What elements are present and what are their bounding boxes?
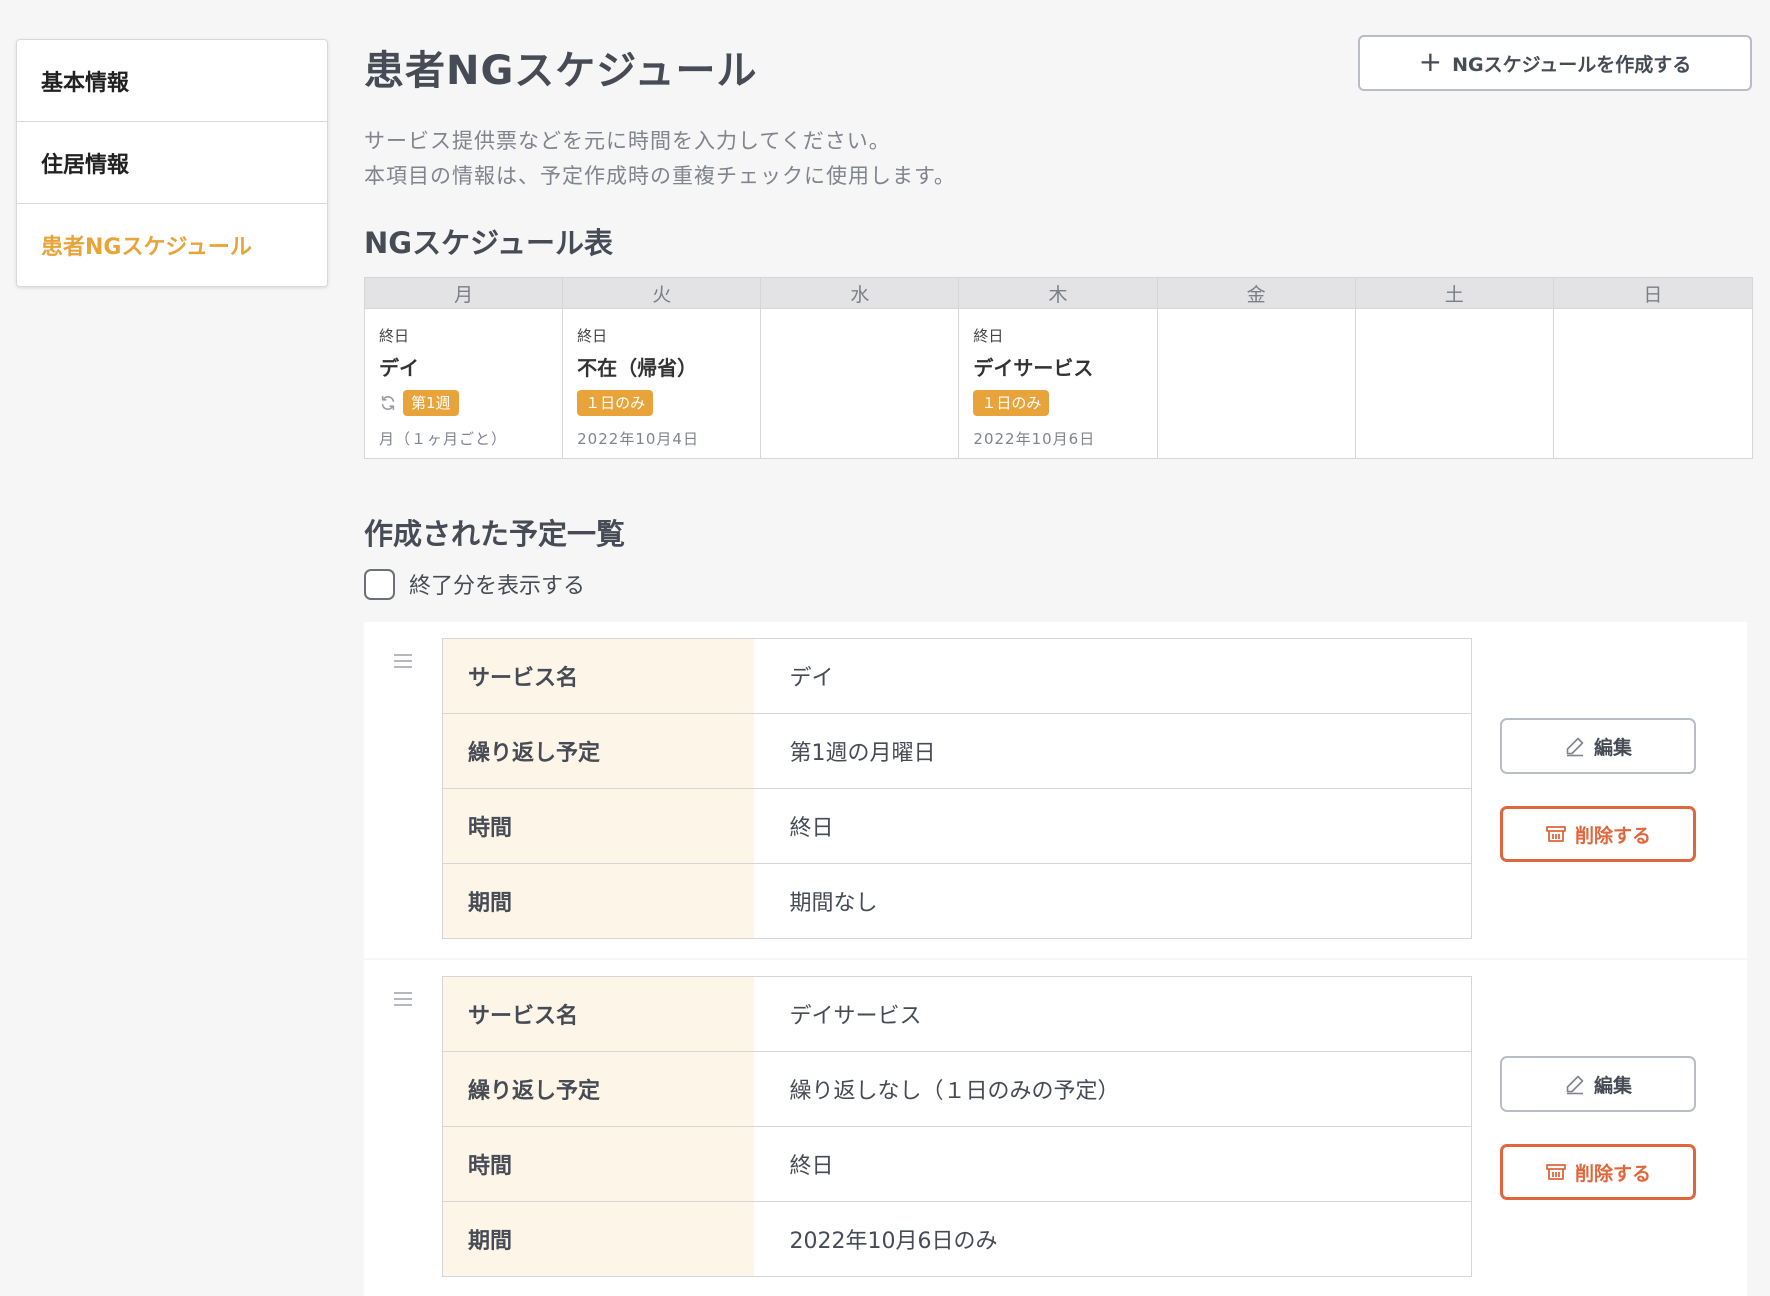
event-note: 月（１ヶ月ごと） (379, 430, 508, 448)
trash-icon (1546, 826, 1566, 842)
pencil-icon (1566, 1075, 1584, 1095)
event-time: 終日 (379, 327, 410, 345)
field-label: 期間 (442, 863, 754, 939)
week-section-title: NGスケジュール表 (364, 226, 614, 260)
day-header: 金 (1157, 278, 1355, 309)
event-note: 2022年10月4日 (577, 430, 699, 448)
field-label: 繰り返し予定 (442, 713, 754, 789)
event-time: 終日 (577, 327, 608, 345)
delete-button[interactable]: 削除する (1500, 1144, 1696, 1200)
show-finished-toggle[interactable]: 終了分を表示する (364, 568, 585, 600)
edit-button[interactable]: 編集 (1500, 1056, 1696, 1112)
event-name: デイ (379, 356, 419, 380)
day-header: 日 (1553, 278, 1752, 309)
day-column-thu: 木 終日 デイサービス １日のみ 2022年10月6日 (959, 278, 1158, 458)
list-section-title: 作成された予定一覧 (364, 517, 626, 551)
delete-label: 削除する (1574, 1162, 1651, 1185)
drag-handle-icon[interactable] (394, 654, 412, 672)
show-finished-checkbox[interactable] (364, 568, 395, 600)
pencil-icon (1566, 737, 1584, 757)
table-row: 期間 期間なし (442, 863, 1472, 939)
event-tag: １日のみ (973, 390, 1050, 416)
schedule-detail-table: サービス名 デイ 繰り返し予定 第1週の月曜日 時間 終日 期間 期間なし (442, 638, 1472, 939)
week-schedule-table: 月 終日 デイ 第1週 月（１ヶ月ごと） 火 終日 不在（帰省） １日のみ 20… (364, 277, 1753, 459)
delete-label: 削除する (1574, 824, 1651, 847)
page-title: 患者NGスケジュール (364, 48, 758, 94)
field-value: 繰り返しなし（１日のみの予定） (753, 1051, 1472, 1127)
edit-label: 編集 (1593, 736, 1632, 759)
field-label: サービス名 (442, 638, 754, 714)
day-header: 土 (1355, 278, 1553, 309)
table-row: 時間 終日 (442, 788, 1472, 864)
schedule-card: サービス名 デイ 繰り返し予定 第1週の月曜日 時間 終日 期間 期間なし 編集… (364, 622, 1747, 958)
edit-button[interactable]: 編集 (1500, 718, 1696, 774)
table-row: 繰り返し予定 繰り返しなし（１日のみの予定） (442, 1051, 1472, 1127)
field-label: 期間 (442, 1201, 754, 1277)
show-finished-label: 終了分を表示する (409, 574, 586, 599)
field-value: 期間なし (789, 891, 878, 916)
field-label: 時間 (442, 788, 754, 864)
field-label: 繰り返し予定 (442, 1051, 754, 1127)
field-value: デイ (753, 638, 1472, 714)
field-label: 時間 (442, 1126, 754, 1202)
schedule-event[interactable]: 終日 デイ 第1週 月（１ヶ月ごと） (365, 309, 562, 449)
repeat-icon (381, 395, 395, 411)
create-ng-schedule-button[interactable]: + NGスケジュールを作成する (1358, 35, 1752, 91)
day-header: 月 (365, 278, 563, 309)
schedule-card: サービス名 デイサービス 繰り返し予定 繰り返しなし（１日のみの予定） 時間 終… (364, 960, 1747, 1296)
field-value: 終日 (753, 1126, 1472, 1202)
table-row: 繰り返し予定 第1週の月曜日 (442, 713, 1472, 789)
field-value: デイサービス (753, 976, 1472, 1052)
table-row: 時間 終日 (442, 1126, 1472, 1202)
table-row: サービス名 デイ (442, 638, 1472, 714)
day-column-sun: 日 (1553, 278, 1752, 458)
schedule-detail-table: サービス名 デイサービス 繰り返し予定 繰り返しなし（１日のみの予定） 時間 終… (442, 976, 1472, 1277)
field-value: 第1週の月曜日 (753, 713, 1472, 789)
day-header: 木 (959, 278, 1157, 309)
table-row: サービス名 デイサービス (442, 976, 1472, 1052)
delete-button[interactable]: 削除する (1500, 806, 1696, 862)
event-tag: 第1週 (403, 390, 459, 416)
page-description: サービス提供票などを元に時間を入力してください。 本項目の情報は、予定作成時の重… (364, 124, 956, 194)
sidebar: 基本情報 住居情報 患者NGスケジュール (16, 39, 328, 287)
day-column-wed: 水 (761, 278, 960, 458)
description-line-1: サービス提供票などを元に時間を入力してください。 (364, 129, 891, 153)
schedule-event[interactable]: 終日 不在（帰省） １日のみ 2022年10月4日 (563, 309, 760, 449)
day-column-fri: 金 (1157, 278, 1356, 458)
event-name: デイサービス (973, 356, 1094, 380)
day-column-tue: 火 終日 不在（帰省） １日のみ 2022年10月4日 (563, 278, 762, 458)
day-header: 火 (563, 278, 761, 309)
event-tag: １日のみ (577, 390, 654, 416)
field-label: サービス名 (442, 976, 754, 1052)
sidebar-item-basic-info[interactable]: 基本情報 (17, 40, 327, 122)
field-value: 2022年10月6日のみ (789, 1229, 998, 1254)
sidebar-item-residence-info[interactable]: 住居情報 (17, 122, 327, 204)
day-header: 水 (761, 278, 959, 309)
description-line-2: 本項目の情報は、予定作成時の重複チェックに使用します。 (364, 164, 956, 188)
event-note: 2022年10月6日 (973, 430, 1096, 448)
event-name: 不在（帰省） (577, 356, 698, 380)
sidebar-item-ng-schedule[interactable]: 患者NGスケジュール (17, 204, 327, 286)
edit-label: 編集 (1593, 1074, 1632, 1097)
field-value: 終日 (753, 788, 1472, 864)
plus-icon: + (1418, 44, 1443, 78)
create-ng-schedule-label: NGスケジュールを作成する (1452, 53, 1692, 76)
drag-handle-icon[interactable] (394, 992, 412, 1010)
trash-icon (1546, 1164, 1566, 1180)
day-column-sat: 土 (1355, 278, 1554, 458)
day-column-mon: 月 終日 デイ 第1週 月（１ヶ月ごと） (365, 278, 564, 458)
schedule-event[interactable]: 終日 デイサービス １日のみ 2022年10月6日 (959, 309, 1156, 449)
event-time: 終日 (973, 327, 1004, 345)
table-row: 期間 2022年10月6日のみ (442, 1201, 1472, 1277)
